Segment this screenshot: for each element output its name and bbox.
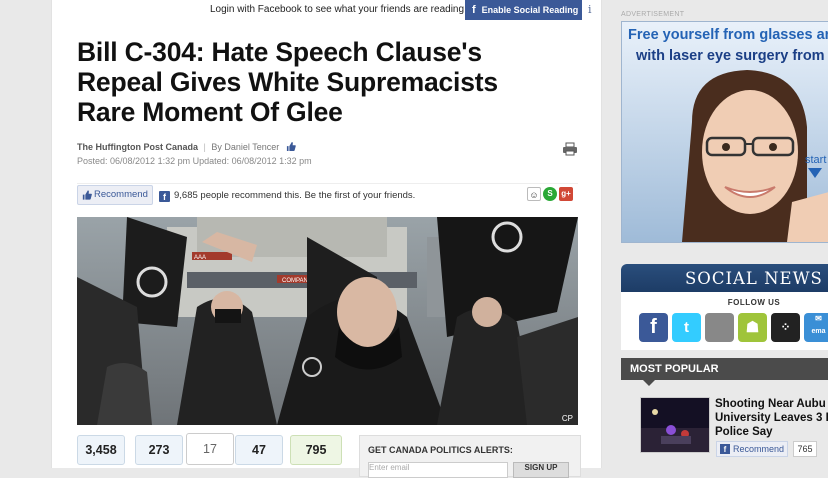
ad-graphic: Free yourself from glasses and conta wit… <box>622 22 828 242</box>
photo-credit: CP <box>561 414 573 423</box>
follow-us-label: FOLLOW US <box>727 298 781 307</box>
comments-count[interactable]: 17 <box>186 433 234 465</box>
android-icon[interactable]: ☗ <box>738 313 767 342</box>
thumbs-up-icon <box>82 190 92 200</box>
facebook-icon: f <box>720 444 730 454</box>
protest-photo: AAA COMPANY <box>77 217 578 425</box>
laser-eye-ad[interactable]: Free yourself from glasses and conta wit… <box>621 21 828 243</box>
facebook-bar: Login with Facebook to see what your fri… <box>52 0 601 20</box>
linkedin-count[interactable]: 47 <box>235 435 283 465</box>
byline-separator: | <box>203 142 206 152</box>
story-recommend-label: Recommend <box>733 444 785 454</box>
enable-social-reading-label: Enable Social Reading <box>481 5 579 15</box>
story-title-line-3: Police Say <box>715 426 773 438</box>
email-icon[interactable]: ✉ ema <box>804 313 828 342</box>
posted-timestamp: Posted: 06/08/2012 1:32 pm Updated: 06/0… <box>77 156 312 166</box>
article-title: Bill C-304: Hate Speech Clause's Repeal … <box>77 37 498 127</box>
byline: The Huffington Post Canada | By Daniel T… <box>77 142 296 152</box>
twitter-icon[interactable]: t <box>672 313 701 342</box>
advertisement-label: ADVERTISEMENT <box>621 11 685 18</box>
header-pointer <box>643 380 655 386</box>
facebook-count[interactable]: 3,458 <box>77 435 125 465</box>
story-recommend-button[interactable]: f Recommend <box>716 441 788 457</box>
facebook-icon[interactable]: f <box>639 313 668 342</box>
google-plus-icon[interactable]: g+ <box>559 187 573 201</box>
story-title-line-1: Shooting Near Aubu <box>715 398 826 410</box>
most-popular-title: MOST POPULAR <box>630 363 719 375</box>
alerts-title: GET CANADA POLITICS ALERTS: <box>368 445 513 455</box>
email-count[interactable]: 795 <box>290 435 342 465</box>
enable-social-reading-button[interactable]: f Enable Social Reading <box>465 0 582 20</box>
facebook-icon: f <box>159 191 170 202</box>
info-icon[interactable]: i <box>588 3 592 16</box>
reddit-icon[interactable]: ☺ <box>527 187 541 201</box>
most-popular-header: MOST POPULAR <box>621 358 828 386</box>
story-recommend-count: 765 <box>793 441 817 457</box>
story-thumbnail[interactable] <box>640 397 710 453</box>
share-icons: ☺ Sg+ <box>525 187 573 205</box>
politics-alerts-box: GET CANADA POLITICS ALERTS: Enter email … <box>359 435 581 478</box>
article-photo[interactable]: AAA COMPANY CP <box>77 217 578 425</box>
recommend-sentence: 9,685 people recommend this. Be the firs… <box>174 190 416 201</box>
article-author[interactable]: By Daniel Tencer <box>211 142 279 152</box>
print-icon[interactable] <box>562 142 578 156</box>
story-title[interactable]: Shooting Near Aubu University Leaves 3 I… <box>715 397 828 439</box>
facebook-login-text: Login with Facebook to see what your fri… <box>210 4 465 15</box>
alerts-email-input[interactable]: Enter email <box>368 462 508 478</box>
ad-line-2: with laser eye surgery from Ult <box>635 48 828 64</box>
recommend-label: Recommend <box>94 189 148 200</box>
apple-icon[interactable] <box>705 313 734 342</box>
social-news-panel: SOCIAL NEWS FOLLOW US f t ☗ ⁘ ✉ ema <box>621 264 828 350</box>
article-column: Login with Facebook to see what your fri… <box>51 0 602 478</box>
like-author-icon[interactable] <box>286 142 296 151</box>
stumbleupon-icon[interactable]: S <box>543 187 557 201</box>
recommend-row: Recommend f 9,685 people recommend this. … <box>77 183 578 208</box>
facebook-icon: f <box>472 4 476 16</box>
street-sign: AAA <box>194 255 206 261</box>
story-title-line-2: University Leaves 3 I <box>715 412 828 424</box>
recommend-button[interactable]: Recommend <box>77 185 153 205</box>
alerts-signup-button[interactable]: SIGN UP <box>513 462 569 478</box>
recommend-count-text: f 9,685 people recommend this. Be the fir… <box>159 190 415 202</box>
ad-start-cta: start <box>805 154 826 166</box>
night-scene-image <box>641 398 709 452</box>
email-icon-label: ema <box>811 328 826 335</box>
social-news-title: SOCIAL NEWS <box>621 264 828 292</box>
twitter-count[interactable]: 273 <box>135 435 183 465</box>
blackberry-icon[interactable]: ⁘ <box>771 313 800 342</box>
article-source[interactable]: The Huffington Post Canada <box>77 142 198 152</box>
ad-line-1: Free yourself from glasses and conta <box>628 27 828 43</box>
